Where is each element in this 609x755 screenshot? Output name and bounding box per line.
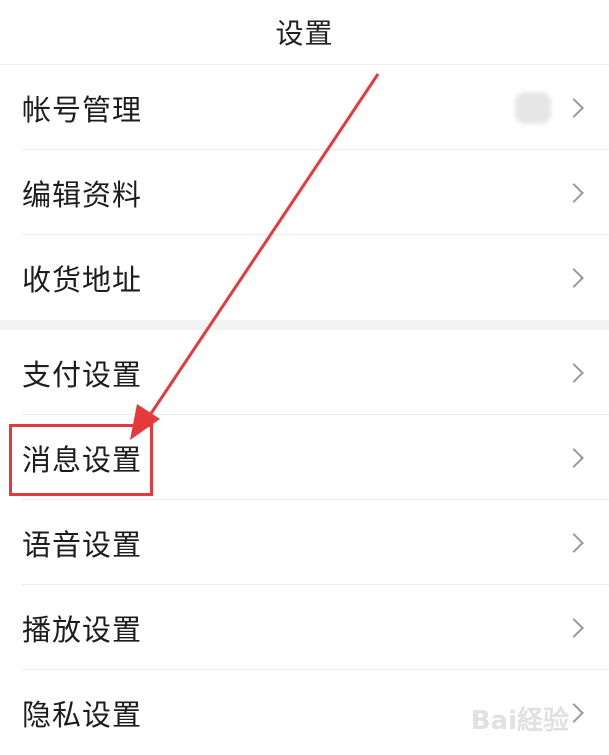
- row-label: 帐号管理: [22, 92, 143, 127]
- row-label: 支付设置: [22, 357, 143, 392]
- group-separator: [0, 320, 609, 330]
- top-bar: 设置: [0, 0, 609, 65]
- settings-row-playback[interactable]: 播放设置: [0, 585, 609, 670]
- row-label: 隐私设置: [22, 697, 143, 732]
- chevron-right-icon: [564, 362, 584, 383]
- page-title: 设置: [275, 17, 334, 50]
- settings-page: 设置 帐号管理 编辑资料 收货地址 支付设置 消息设置 语音设置 播放设置 隐私…: [0, 0, 609, 755]
- chevron-right-icon: [564, 267, 584, 288]
- settings-row-message[interactable]: 消息设置: [0, 415, 609, 500]
- chevron-right-icon: [564, 532, 584, 553]
- chevron-right-icon: [564, 97, 584, 118]
- row-label: 语音设置: [22, 527, 143, 562]
- settings-row-payment[interactable]: 支付设置: [0, 330, 609, 415]
- row-label: 播放设置: [22, 612, 143, 647]
- avatar: [515, 91, 551, 124]
- settings-group-account: 帐号管理 编辑资料 收货地址: [0, 65, 609, 320]
- settings-row-voice[interactable]: 语音设置: [0, 500, 609, 585]
- settings-row-account-management[interactable]: 帐号管理: [0, 65, 609, 150]
- row-label: 编辑资料: [22, 177, 143, 212]
- settings-group-preferences: 支付设置 消息设置 语音设置 播放设置 隐私设置: [0, 330, 609, 755]
- settings-row-shipping-address[interactable]: 收货地址: [0, 235, 609, 320]
- chevron-right-icon: [564, 447, 584, 468]
- row-label: 消息设置: [22, 442, 143, 477]
- settings-row-privacy[interactable]: 隐私设置: [0, 670, 609, 755]
- chevron-right-icon: [564, 182, 584, 203]
- chevron-right-icon: [564, 617, 584, 638]
- settings-row-edit-profile[interactable]: 编辑资料: [0, 150, 609, 235]
- row-label: 收货地址: [22, 262, 143, 297]
- chevron-right-icon: [564, 702, 584, 723]
